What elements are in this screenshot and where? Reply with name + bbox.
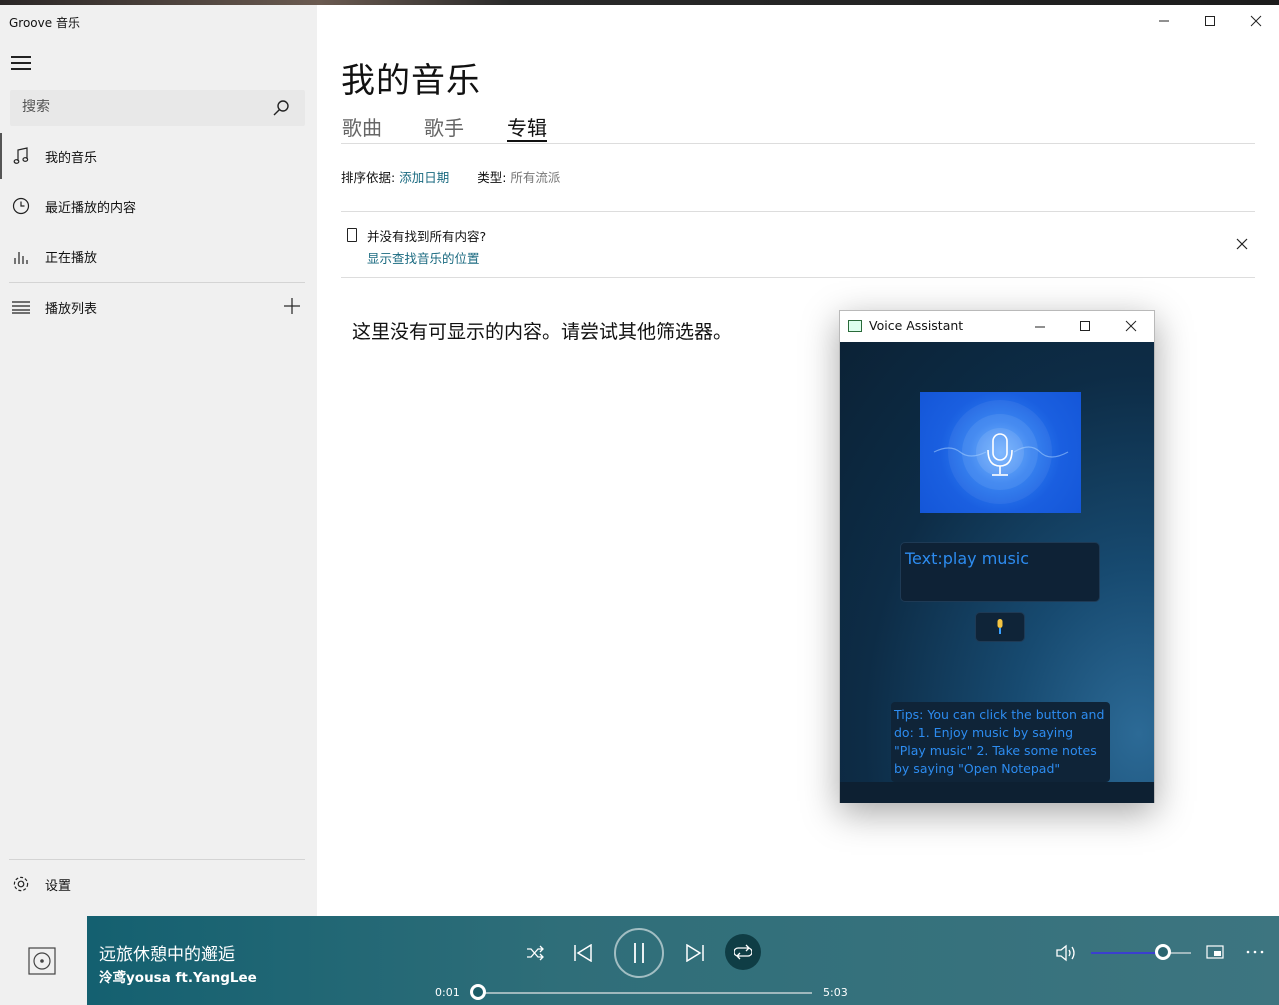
previous-button[interactable]	[571, 941, 595, 965]
sidebar-item-recent[interactable]: 最近播放的内容	[0, 183, 317, 229]
playlist-icon	[12, 298, 30, 316]
sidebar-item-settings[interactable]: 设置	[0, 861, 317, 907]
filter-row: 排序依据: 添加日期 类型: 所有流派	[341, 167, 560, 186]
tips-text: Tips: You can click the button and do: 1…	[891, 702, 1110, 782]
equalizer-icon	[12, 247, 30, 265]
record-button[interactable]	[975, 612, 1025, 642]
speaker-icon	[1056, 944, 1075, 962]
album-art-icon[interactable]	[28, 947, 56, 975]
divider	[9, 859, 305, 860]
maximize-button[interactable]	[1077, 318, 1093, 334]
recognized-text: Text:play music	[905, 549, 1030, 568]
more-options-button[interactable]	[1244, 942, 1266, 962]
player-bar: 远旅休憩中的邂逅 泠鸢yousa ft.YangLee 0:01 5:03	[0, 916, 1279, 1005]
shuffle-icon	[527, 945, 544, 961]
volume-fill	[1091, 952, 1163, 954]
sidebar: Groove 音乐 我的音乐 最近播放的内容	[0, 5, 317, 916]
sort-dropdown[interactable]: 添加日期	[399, 170, 449, 185]
va-body: Text:play music Tips: You can click the …	[840, 342, 1154, 803]
close-button[interactable]	[1123, 318, 1139, 334]
microphone-icon	[933, 400, 1069, 504]
notice-divider	[341, 211, 1255, 212]
shuffle-button[interactable]	[524, 942, 546, 964]
close-button[interactable]	[1248, 13, 1264, 29]
sidebar-item-label: 设置	[45, 878, 72, 894]
repeat-icon	[734, 944, 752, 960]
progress-bar[interactable]	[478, 992, 812, 994]
search-icon[interactable]	[272, 99, 290, 117]
repeat-button[interactable]	[725, 934, 761, 970]
pause-button[interactable]	[614, 928, 664, 978]
microphone-banner	[920, 392, 1081, 513]
mini-view-button[interactable]	[1204, 942, 1226, 962]
search-box	[10, 90, 305, 126]
sidebar-item-label: 播放列表	[45, 301, 98, 317]
tab-artists[interactable]: 歌手	[424, 112, 464, 141]
mic-button-icon	[997, 619, 1003, 634]
volume-slider[interactable]	[1091, 952, 1191, 954]
sidebar-item-playlists[interactable]: 播放列表	[0, 284, 317, 330]
volume-thumb[interactable]	[1155, 944, 1171, 960]
close-icon[interactable]	[1235, 237, 1249, 251]
gear-icon	[12, 875, 30, 893]
progress-thumb[interactable]	[470, 984, 486, 1000]
voice-assistant-window: Voice Assistant Text:play music Tips: Yo…	[839, 310, 1155, 803]
maximize-button[interactable]	[1202, 13, 1218, 29]
track-artist[interactable]: 泠鸢yousa ft.YangLee	[99, 966, 257, 986]
pause-icon	[634, 943, 644, 963]
sidebar-item-now-playing[interactable]: 正在播放	[0, 233, 317, 279]
notice-divider	[341, 277, 1255, 278]
minimize-button[interactable]	[1156, 13, 1172, 29]
volume-button[interactable]	[1054, 941, 1080, 965]
empty-message: 这里没有可显示的内容。请尝试其他筛选器。	[352, 321, 733, 343]
tab-divider	[341, 143, 1255, 144]
device-icon	[347, 228, 357, 242]
recognized-text-box: Text:play music	[900, 542, 1100, 602]
next-icon	[686, 944, 704, 962]
time-total: 5:03	[823, 986, 848, 999]
va-titlebar[interactable]: Voice Assistant	[840, 311, 1154, 341]
genre-label: 类型:	[477, 170, 507, 185]
sidebar-item-label: 正在播放	[45, 250, 98, 266]
app-icon	[848, 320, 862, 332]
tab-songs[interactable]: 歌曲	[342, 112, 382, 141]
sort-label: 排序依据:	[341, 170, 396, 185]
sidebar-item-my-music[interactable]: 我的音乐	[0, 133, 317, 179]
page-title: 我的音乐	[341, 61, 481, 101]
minimize-button[interactable]	[1032, 319, 1048, 335]
app-title: Groove 音乐	[9, 16, 80, 30]
sidebar-item-label: 我的音乐	[45, 150, 98, 166]
notice-text: 并没有找到所有内容?	[367, 229, 487, 244]
more-icon	[1246, 950, 1264, 954]
search-input[interactable]	[22, 99, 262, 115]
tab-albums[interactable]: 专辑	[507, 112, 547, 141]
music-note-icon	[12, 147, 30, 165]
mini-player-icon	[1206, 945, 1224, 959]
show-music-locations-link[interactable]: 显示查找音乐的位置	[367, 248, 480, 267]
va-title: Voice Assistant	[869, 318, 964, 333]
track-title[interactable]: 远旅休憩中的邂逅	[99, 940, 235, 965]
clock-icon	[12, 197, 30, 215]
divider	[9, 282, 305, 283]
add-playlist-icon[interactable]	[283, 297, 301, 315]
time-elapsed: 0:01	[435, 986, 460, 999]
next-button[interactable]	[683, 941, 707, 965]
genre-dropdown[interactable]: 所有流派	[510, 170, 560, 185]
tab-active-underline	[507, 140, 547, 142]
sidebar-item-label: 最近播放的内容	[45, 200, 137, 216]
va-bottom-bar	[840, 782, 1154, 803]
hamburger-menu-icon[interactable]	[11, 56, 31, 70]
previous-icon	[574, 944, 592, 962]
